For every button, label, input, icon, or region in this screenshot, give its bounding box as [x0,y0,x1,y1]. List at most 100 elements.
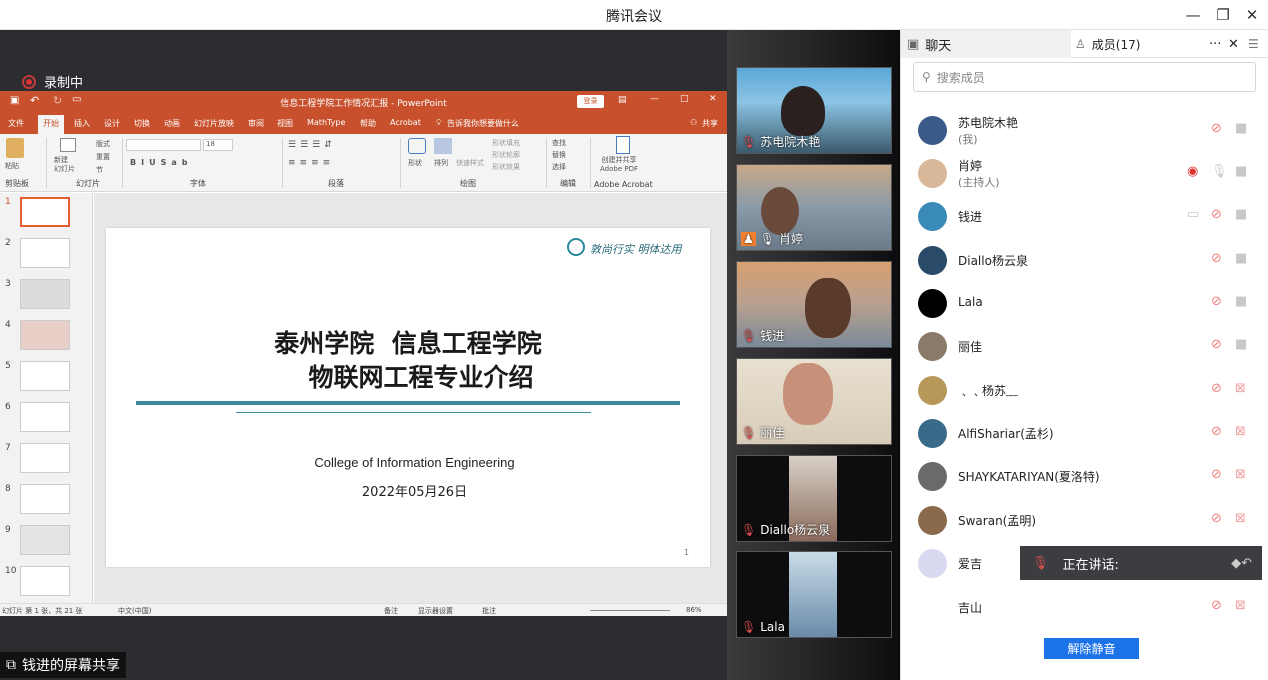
new-slide-button[interactable]: 新建 幻灯片 [54,156,75,174]
camera-off-icon[interactable]: ⊠ [1235,511,1253,529]
section-button[interactable]: 节 [96,165,103,175]
video-tile[interactable]: 🎙︎ Lala [736,551,892,638]
member-row[interactable]: Swaran(孟明) ⊠ ⊘ [900,500,1268,540]
tab-acrobat[interactable]: Acrobat [390,118,421,127]
tab-home[interactable]: 开始 [38,115,64,134]
replace-button[interactable]: 替换 [552,150,566,160]
member-row[interactable]: 苏电院木艳 (我) ■ ⊘ [900,110,1268,150]
ribbon-display-icon[interactable]: ▤ [618,95,627,105]
camera-icon[interactable]: ■ [1235,294,1253,312]
create-pdf-button[interactable]: 创建并共享 Adobe PDF [600,156,638,174]
shape-outline-button[interactable]: 形状轮廓 [492,150,520,160]
camera-icon[interactable]: ■ [1235,164,1253,182]
camera-icon[interactable]: ■ [1235,337,1253,355]
font-name-select[interactable] [126,139,201,151]
slide-thumbnail[interactable] [20,443,70,473]
menu-icon[interactable]: ☰ [1248,37,1259,51]
unmute-button[interactable]: 解除静音 [1044,638,1139,659]
mic-muted-icon[interactable]: ⊘ [1211,598,1229,616]
tab-animations[interactable]: 动画 [164,118,180,129]
screen-share-icon[interactable]: ▭ [1187,207,1205,225]
member-search-input[interactable]: ⚲ 搜索成员 [913,62,1256,92]
mic-icon[interactable]: 🎙︎ [1211,164,1229,182]
shape-fill-button[interactable]: 形状填充 [492,138,520,148]
tab-help[interactable]: 帮助 [360,118,376,129]
video-tile[interactable]: 🎙︎ 丽佳 [736,358,892,445]
find-button[interactable]: 查找 [552,138,566,148]
tab-transitions[interactable]: 切换 [134,118,150,129]
member-row[interactable]: 肖婷 (主持人) ■ 🎙︎ ◉ [900,153,1268,193]
recording-indicator[interactable]: 录制中 [22,72,83,91]
list-icons[interactable]: ☰☰☰⇵ [288,140,336,150]
quick-styles-button[interactable]: 快速样式 [456,158,484,168]
mic-muted-icon[interactable]: ⊘ [1211,207,1229,225]
member-row[interactable]: 丽佳 ■ ⊘ [900,326,1268,366]
member-row[interactable]: 吉山 ⊠ ⊘ [900,587,1268,627]
slide-thumbnail[interactable] [20,320,70,350]
slide-thumbnail[interactable] [20,525,70,555]
shape-icon[interactable] [408,138,426,154]
select-button[interactable]: 选择 [552,162,566,172]
collapse-icon[interactable]: ◆↶ [1231,556,1252,571]
member-row[interactable]: Lala ■ ⊘ [900,283,1268,323]
tab-slideshow[interactable]: 幻灯片放映 [194,118,234,129]
slide-thumbnail[interactable] [20,484,70,514]
layout-button[interactable]: 版式 [96,139,110,149]
camera-off-icon[interactable]: ⊠ [1235,467,1253,485]
slide-canvas[interactable]: 敦尚行实 明体达用 泰州学院 信息工程学院 物联网工程专业介绍 College … [106,228,710,567]
ppt-close-icon[interactable]: ✕ [709,94,717,104]
new-slide-icon[interactable] [60,138,76,152]
mic-muted-icon[interactable]: ⊘ [1211,381,1229,399]
slide-thumbnail[interactable] [20,361,70,391]
display-settings-button[interactable]: 显示器设置 [418,606,453,616]
close-panel-button[interactable]: ✕ [1228,37,1239,52]
tab-chat[interactable]: ▣ 聊天 [901,30,1071,58]
shape-button[interactable]: 形状 [408,158,422,168]
slide-thumbnail[interactable] [20,279,70,309]
tab-file[interactable]: 文件 [8,118,24,129]
pdf-icon[interactable] [616,136,630,154]
comments-button[interactable]: 批注 [482,606,496,616]
video-tile[interactable]: ♟ 🎙︎ 肖婷 [736,164,892,251]
font-format-icons[interactable]: BIUSab [130,158,192,167]
shape-effects-button[interactable]: 形状效果 [492,162,520,172]
tell-me-box[interactable]: 告诉我你想要做什么 [447,118,519,129]
video-tile[interactable]: 🎙︎ 苏电院木艳 [736,67,892,154]
align-icons[interactable]: ≡≡≡≡ [288,158,334,168]
minimize-button[interactable]: — [1182,4,1204,26]
record-icon[interactable]: ◉ [1187,164,1205,182]
tab-members[interactable]: ♙ 成员(17) ··· ✕ ☰ [1071,30,1268,58]
camera-off-icon[interactable]: ⊠ [1235,381,1253,399]
zoom-slider[interactable] [590,610,670,611]
login-button[interactable]: 登录 [577,95,604,108]
camera-icon[interactable]: ■ [1235,207,1253,225]
camera-icon[interactable]: ■ [1235,251,1253,269]
tab-mathtype[interactable]: MathType [307,118,345,127]
zoom-level[interactable]: 86% [686,606,702,614]
share-button[interactable]: 共享 [702,118,718,129]
tab-design[interactable]: 设计 [104,118,120,129]
video-tile[interactable]: 🎙︎ 钱进 [736,261,892,348]
mic-muted-icon[interactable]: ⊘ [1211,294,1229,312]
close-button[interactable]: ✕ [1241,4,1263,26]
arrange-button[interactable]: 排列 [434,158,448,168]
notes-button[interactable]: 备注 [384,606,398,616]
slide-thumbnail[interactable] [20,238,70,268]
mic-muted-icon[interactable]: ⊘ [1211,424,1229,442]
mic-muted-icon[interactable]: ⊘ [1211,337,1229,355]
paste-button[interactable]: 粘贴 [5,161,19,171]
camera-off-icon[interactable]: ⊠ [1235,424,1253,442]
language-status[interactable]: 中文(中国) [118,606,151,616]
paste-icon[interactable] [6,138,24,158]
mic-muted-icon[interactable]: ⊘ [1211,467,1229,485]
slide-thumbnail[interactable] [20,402,70,432]
member-row[interactable]: SHAYKATARIYAN(夏洛特) ⊠ ⊘ [900,456,1268,496]
video-tile[interactable]: 🎙︎ Diallo杨云泉 [736,455,892,542]
mic-muted-icon[interactable]: ⊘ [1211,121,1229,139]
member-row[interactable]: ﹑﹑杨苏﹏ ⊠ ⊘ [900,370,1268,410]
ppt-minimize-icon[interactable]: — [650,94,659,104]
mic-muted-icon[interactable]: ⊘ [1211,511,1229,529]
maximize-button[interactable]: ❐ [1212,4,1234,26]
reset-button[interactable]: 重置 [96,152,110,162]
member-row[interactable]: 钱进 ■ ⊘ ▭ [900,196,1268,236]
